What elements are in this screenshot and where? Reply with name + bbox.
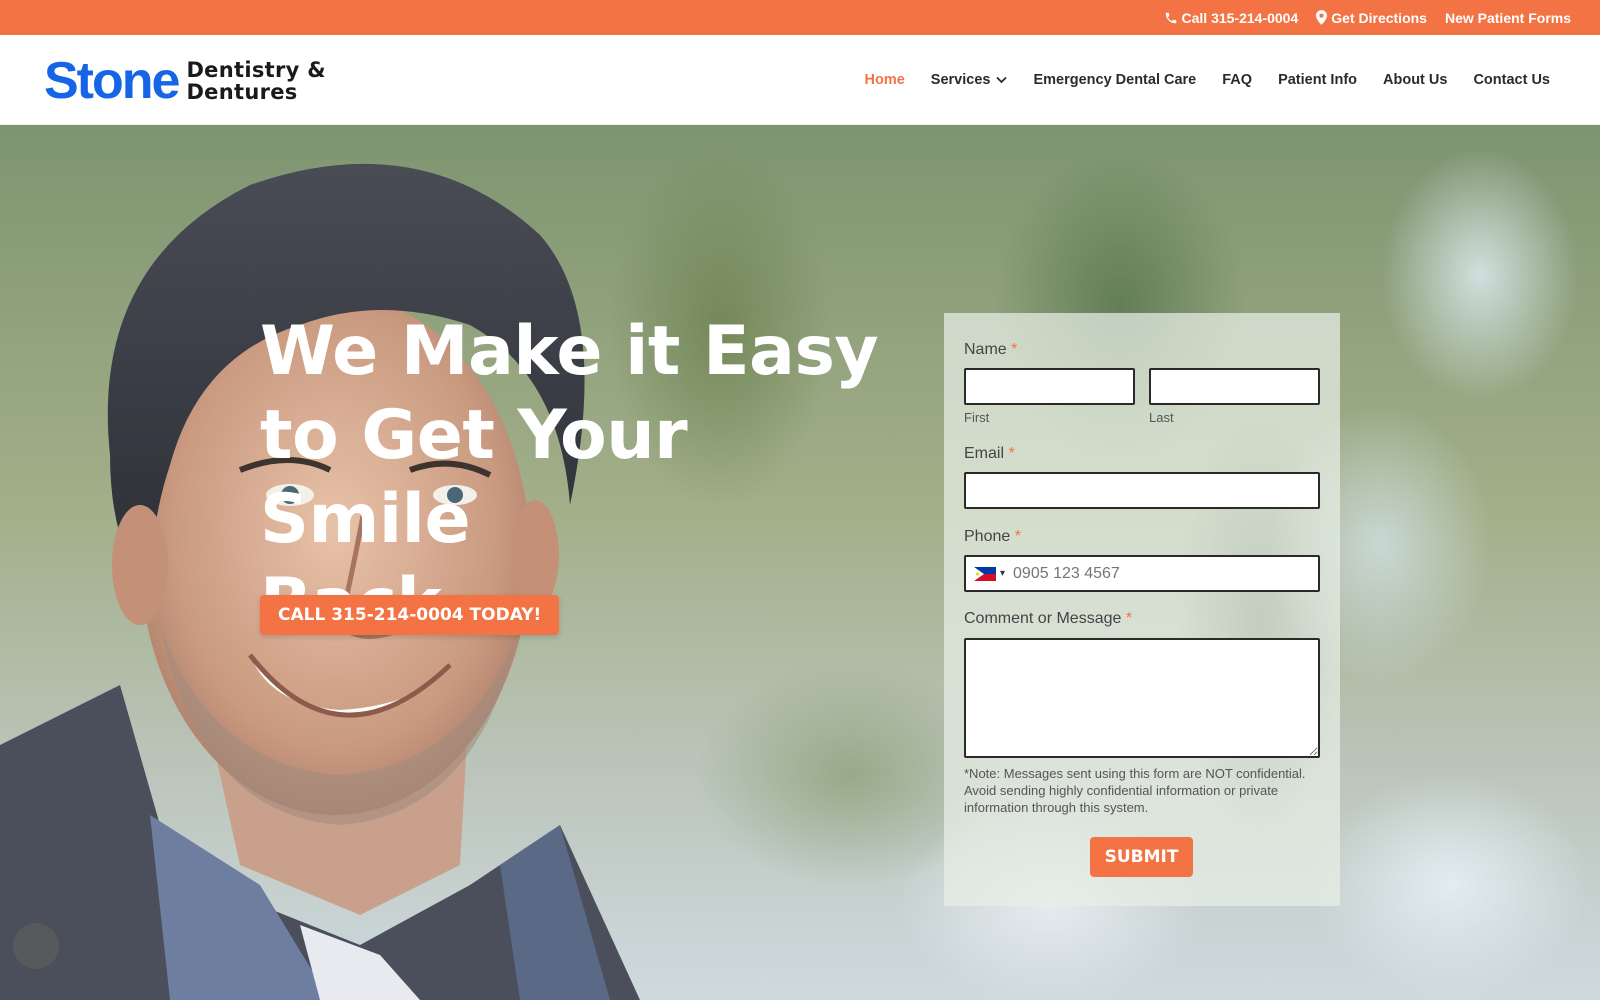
nav-item-about-us[interactable]: About Us xyxy=(1383,72,1447,88)
nav-item-label: Emergency Dental Care xyxy=(1033,72,1197,88)
submit-button[interactable]: SUBMIT xyxy=(1090,837,1193,877)
required-mark: * xyxy=(1008,445,1015,462)
hero-headline-line-2: to Get Your Smile xyxy=(260,396,688,559)
call-link[interactable]: Call 315-214-0004 xyxy=(1164,9,1299,26)
phone-icon xyxy=(1165,12,1176,23)
name-label-text: Name xyxy=(964,341,1007,358)
nav-item-label: FAQ xyxy=(1222,72,1253,88)
logo-line-1: Dentistry & xyxy=(186,57,326,82)
top-utility-bar: Call 315-214-0004 Get Directions New Pat… xyxy=(0,0,1600,35)
required-mark: * xyxy=(1014,528,1021,545)
confidentiality-note: *Note: Messages sent using this form are… xyxy=(964,766,1306,815)
call-link-label: Call 315-214-0004 xyxy=(1181,9,1299,26)
nav-item-services[interactable]: Services xyxy=(931,72,1008,88)
required-mark: * xyxy=(1125,610,1133,627)
nav-item-label: Patient Info xyxy=(1278,72,1358,88)
message-field[interactable] xyxy=(964,638,1320,758)
call-today-button[interactable]: CALL 315-214-0004 TODAY! xyxy=(260,595,560,635)
site-header: Stone Dentistry & Dentures Home Services… xyxy=(0,35,1600,125)
email-label: Email * xyxy=(964,445,1015,463)
name-label: Name * xyxy=(964,341,1017,359)
email-label-text: Email xyxy=(964,445,1005,462)
philippines-flag-icon[interactable] xyxy=(974,566,996,581)
main-nav: Home Services Emergency Dental Care FAQ … xyxy=(864,35,1550,125)
email-field[interactable] xyxy=(964,472,1320,509)
last-name-field[interactable] xyxy=(1149,368,1320,405)
phone-field[interactable] xyxy=(1005,557,1318,590)
map-marker-icon xyxy=(1316,10,1328,25)
nav-item-label: Contact Us xyxy=(1473,72,1550,88)
logo-line-2: Dentures xyxy=(186,80,298,104)
logo-subtitle: Dentistry & Dentures xyxy=(186,59,325,103)
nav-item-label: Services xyxy=(930,72,991,88)
last-name-sublabel: Last xyxy=(1149,410,1174,425)
chevron-down-icon xyxy=(996,76,1008,84)
contact-form: Name * First Last Email * Phone * ▾ 0905… xyxy=(944,313,1340,906)
nav-item-label: Home xyxy=(864,72,905,88)
message-label-text: Comment or Message xyxy=(964,610,1122,627)
nav-item-faq[interactable]: FAQ xyxy=(1222,72,1252,88)
phone-label-text: Phone xyxy=(964,528,1011,545)
directions-link-label: Get Directions xyxy=(1331,9,1427,26)
nav-item-emergency-dental-care[interactable]: Emergency Dental Care xyxy=(1033,72,1196,88)
nav-item-home[interactable]: Home xyxy=(864,72,904,88)
nav-item-patient-info[interactable]: Patient Info xyxy=(1278,72,1357,88)
required-mark: * xyxy=(1011,341,1018,358)
phone-field-wrapper: ▾ xyxy=(964,555,1320,592)
hero-headline-line-1: We Make it Easy xyxy=(260,312,879,391)
first-name-sublabel: First xyxy=(964,410,990,425)
phone-label: Phone * xyxy=(964,528,1021,546)
nav-item-label: About Us xyxy=(1383,72,1448,88)
new-patient-forms-label: New Patient Forms xyxy=(1444,9,1571,26)
floating-widget-button[interactable] xyxy=(13,923,59,969)
directions-link[interactable]: Get Directions xyxy=(1316,10,1427,26)
nav-item-contact-us[interactable]: Contact Us xyxy=(1473,72,1550,88)
first-name-field[interactable] xyxy=(964,368,1135,405)
topbar-links: Call 315-214-0004 Get Directions New Pat… xyxy=(1164,0,1571,35)
hero-section: We Make it Easy to Get Your Smile Back C… xyxy=(0,125,1600,1000)
new-patient-forms-link[interactable]: New Patient Forms xyxy=(1445,10,1571,26)
message-label: Comment or Message * xyxy=(964,610,1132,628)
logo-word: Stone xyxy=(44,52,180,110)
site-logo[interactable]: Stone Dentistry & Dentures xyxy=(44,55,326,107)
